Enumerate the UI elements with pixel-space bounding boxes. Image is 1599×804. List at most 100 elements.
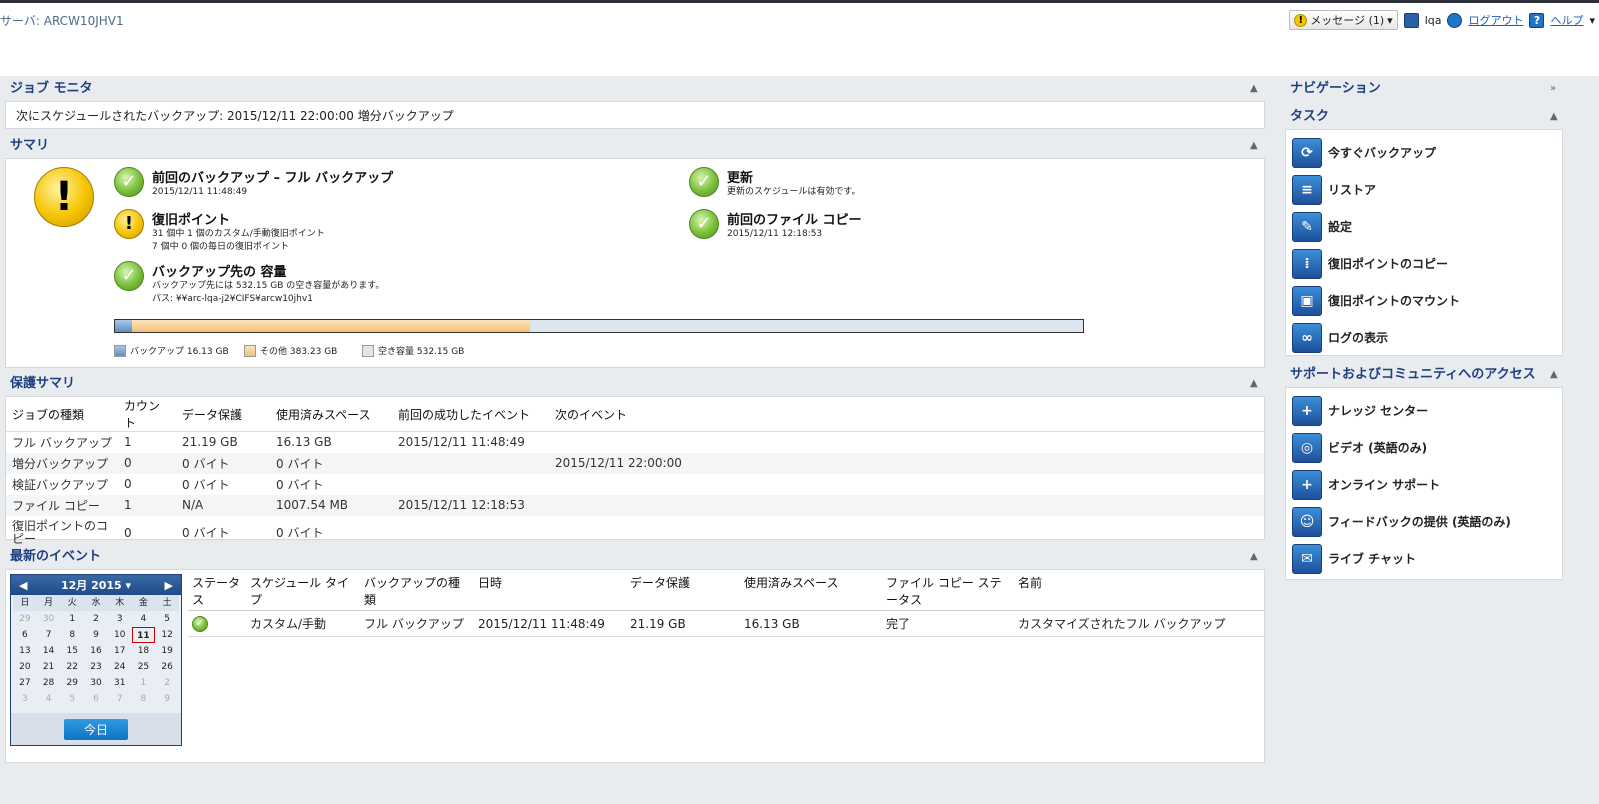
calendar-day[interactable]: 31 bbox=[108, 675, 132, 691]
collapse-events-icon[interactable]: ▲ bbox=[1250, 546, 1258, 568]
help-link[interactable]: ヘルプ bbox=[1550, 12, 1583, 28]
calendar-day[interactable]: 1 bbox=[60, 611, 84, 627]
tasks-item[interactable]: ▣ 復旧ポイントのマウント bbox=[1286, 282, 1562, 319]
calendar-day[interactable]: 10 bbox=[108, 627, 132, 643]
calendar-day[interactable]: 20 bbox=[13, 659, 37, 675]
calendar-day[interactable]: 8 bbox=[60, 627, 84, 643]
calendar-day[interactable]: 14 bbox=[37, 643, 61, 659]
legend-swatch bbox=[362, 344, 374, 357]
collapse-navigation-icon[interactable]: » bbox=[1550, 78, 1556, 100]
calendar-day[interactable]: 29 bbox=[13, 611, 37, 627]
calendar-day[interactable]: 18 bbox=[132, 643, 156, 659]
calendar-day[interactable]: 5 bbox=[60, 691, 84, 707]
calendar-day[interactable]: 21 bbox=[37, 659, 61, 675]
calendar-day[interactable]: 2 bbox=[84, 611, 108, 627]
calendar-day[interactable]: 9 bbox=[155, 691, 179, 707]
column-header[interactable]: 日時 bbox=[474, 572, 626, 611]
calendar-day[interactable]: 12 bbox=[155, 627, 179, 643]
calendar-day[interactable]: 29 bbox=[60, 675, 84, 691]
collapse-job-monitor-icon[interactable]: ▲ bbox=[1250, 78, 1258, 100]
tasks-item-label: ログの表示 bbox=[1328, 331, 1389, 345]
table-row[interactable]: ✓ カスタム/手動 フル バックアップ 2015/12/11 11:48:49 21.1… bbox=[188, 610, 1264, 637]
support-item[interactable]: + オンライン サポート bbox=[1286, 466, 1562, 503]
calendar-day[interactable]: 13 bbox=[13, 643, 37, 659]
calendar-day[interactable]: 8 bbox=[132, 691, 156, 707]
tasks-item[interactable]: ≡ リストア bbox=[1286, 171, 1562, 208]
calendar-day[interactable]: 3 bbox=[108, 611, 132, 627]
calendar-day[interactable]: 6 bbox=[84, 691, 108, 707]
support-item-icon: + bbox=[1292, 469, 1322, 500]
calendar-day[interactable]: 23 bbox=[84, 659, 108, 675]
column-header[interactable]: データ保護 bbox=[626, 572, 740, 611]
next-month-icon[interactable]: ▶ bbox=[165, 579, 173, 592]
legend-swatch bbox=[114, 344, 126, 357]
summary-title: サマリ bbox=[10, 138, 50, 153]
collapse-tasks-icon[interactable]: ▲ bbox=[1550, 106, 1558, 128]
calendar-day[interactable]: 28 bbox=[37, 675, 61, 691]
table-cell: フル バックアップ bbox=[360, 610, 474, 637]
calendar-day[interactable]: 24 bbox=[108, 659, 132, 675]
messages-button[interactable]: ! メッセージ (1) ▾ bbox=[1289, 10, 1398, 30]
prev-month-icon[interactable]: ◀ bbox=[19, 579, 27, 592]
calendar-day[interactable]: 19 bbox=[155, 643, 179, 659]
tasks-item[interactable]: ✎ 設定 bbox=[1286, 208, 1562, 245]
tasks-item-label: 今すぐバックアップ bbox=[1328, 146, 1437, 160]
column-header[interactable]: 名前 bbox=[1014, 572, 1264, 611]
table-cell: 2015/12/11 11:48:49 bbox=[474, 610, 626, 637]
calendar-day[interactable]: 5 bbox=[155, 611, 179, 627]
table-row: 復旧ポイントのコピー 0 0 バイト 0 バイト bbox=[6, 516, 1264, 550]
calendar-day[interactable]: 16 bbox=[84, 643, 108, 659]
calendar-footer: 今日 bbox=[11, 713, 181, 745]
summary-last-backup: ✓ 前回のバックアップ – フル バックアップ 2015/12/11 11:48:… bbox=[114, 167, 393, 199]
column-header[interactable]: スケジュール タイプ bbox=[246, 572, 360, 611]
calendar-day[interactable]: 1 bbox=[132, 675, 156, 691]
tasks-item[interactable]: ⟳ 今すぐバックアップ bbox=[1286, 134, 1562, 171]
calendar-day[interactable]: 4 bbox=[37, 691, 61, 707]
calendar-day[interactable]: 26 bbox=[155, 659, 179, 675]
column-header: データ保護 bbox=[176, 397, 270, 432]
column-header[interactable]: 使用済みスペース bbox=[740, 572, 882, 611]
collapse-summary-icon[interactable]: ▲ bbox=[1250, 135, 1258, 157]
tasks-item-icon: ✎ bbox=[1292, 211, 1322, 242]
calendar-day[interactable]: 30 bbox=[37, 611, 61, 627]
support-item[interactable]: ☺ フィードバックの提供 (英語のみ) bbox=[1286, 503, 1562, 540]
tasks-item[interactable]: ∞ ログの表示 bbox=[1286, 319, 1562, 356]
tasks-item[interactable]: ⁞ 復旧ポイントのコピー bbox=[1286, 245, 1562, 282]
tasks-item-label: 復旧ポイントのマウント bbox=[1328, 294, 1461, 308]
support-item-label: ライブ チャット bbox=[1328, 552, 1417, 566]
column-header[interactable]: ステータス bbox=[188, 572, 246, 611]
calendar-day[interactable]: 9 bbox=[84, 627, 108, 643]
table-cell bbox=[392, 474, 549, 495]
column-header[interactable]: バックアップの種類 bbox=[360, 572, 474, 611]
calendar-day[interactable]: 25 bbox=[132, 659, 156, 675]
calendar-day[interactable]: 6 bbox=[13, 627, 37, 643]
table-cell: カスタマイズされたフル バックアップ bbox=[1014, 610, 1264, 637]
help-icon[interactable]: ? bbox=[1529, 12, 1545, 28]
collapse-support-icon[interactable]: ▲ bbox=[1550, 364, 1558, 386]
calendar-day[interactable]: 22 bbox=[60, 659, 84, 675]
calendar-day[interactable]: 15 bbox=[60, 643, 84, 659]
calendar-day[interactable]: 2 bbox=[155, 675, 179, 691]
calendar-day[interactable]: 30 bbox=[84, 675, 108, 691]
calendar-month[interactable]: 12月 2015 ▾ bbox=[61, 577, 131, 593]
calendar-day[interactable]: 7 bbox=[108, 691, 132, 707]
column-header: 次のイベント bbox=[549, 397, 1264, 432]
calendar-day[interactable]: 7 bbox=[37, 627, 61, 643]
tasks-panel: ⟳ 今すぐバックアップ ≡ リストア ✎ 設定 ⁞ 復旧ポイントのコピー ▣ 復旧ポイントのマウン… bbox=[1285, 129, 1563, 356]
collapse-protection-icon[interactable]: ▲ bbox=[1250, 373, 1258, 395]
support-item[interactable]: ◎ ビデオ (英語のみ) bbox=[1286, 429, 1562, 466]
logout-icon[interactable] bbox=[1447, 12, 1463, 28]
calendar-day[interactable]: 27 bbox=[13, 675, 37, 691]
table-cell: 完了 bbox=[882, 610, 1014, 637]
calendar-day[interactable]: 3 bbox=[13, 691, 37, 707]
table-cell: 2015/12/11 11:48:49 bbox=[398, 435, 525, 450]
calendar-day[interactable]: 17 bbox=[108, 643, 132, 659]
logout-link[interactable]: ログアウト bbox=[1468, 12, 1523, 28]
help-dropdown-icon[interactable]: ▾ bbox=[1589, 14, 1595, 27]
support-item[interactable]: + ナレッジ センター bbox=[1286, 392, 1562, 429]
column-header[interactable]: ファイル コピー ステータス bbox=[882, 572, 1014, 611]
support-item[interactable]: ✉ ライブ チャット bbox=[1286, 540, 1562, 577]
calendar-day[interactable]: 4 bbox=[132, 611, 156, 627]
calendar-day[interactable]: 11 bbox=[131, 627, 156, 643]
today-button[interactable]: 今日 bbox=[63, 718, 128, 740]
